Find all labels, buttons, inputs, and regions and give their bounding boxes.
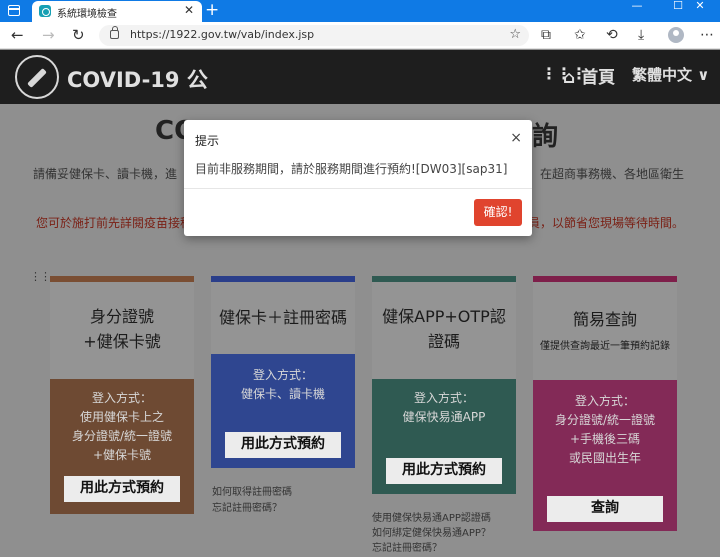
page-heading-tail: 詢 [532, 122, 559, 152]
link-forgot-password-app[interactable]: 忘記註冊密碼？ [372, 542, 442, 556]
intro-text-left: 請備妥健保卡、讀卡機，進 [33, 167, 178, 181]
download-icon[interactable]: ⤓ [638, 26, 644, 44]
login-method-label: 登入方式： [413, 391, 474, 405]
new-tab-button[interactable]: + [205, 0, 219, 20]
card-cap [211, 276, 355, 282]
drag-handle-icon[interactable]: ⋮⋮ [30, 270, 51, 283]
dialog-title: 提示 [195, 134, 220, 148]
login-method-text: 使用健保卡上之 身分證號/統一證號 +健保卡號 [71, 410, 173, 462]
lock-icon [110, 26, 119, 39]
window-menu-icon[interactable] [8, 5, 20, 16]
site-header: COVID-19 公 ⋮⋮⋮ ⌂ 首頁 繁體中文 ∨ [0, 50, 720, 104]
card-title: 身分證號 +健保卡號 [83, 307, 161, 351]
minimize-button[interactable]: — [617, 0, 657, 22]
card-cap [533, 276, 677, 282]
favorite-star-icon[interactable]: ☆ [509, 27, 521, 42]
reserve-button-healthcard-password[interactable]: 用此方式預約 [225, 432, 341, 458]
link-forgot-password[interactable]: 忘記註冊密碼？ [212, 502, 282, 516]
login-method-text: 健保卡、讀卡機 [240, 387, 325, 401]
card-quick-query: 簡易查詢 僅提供查詢最近一筆預約記錄 登入方式： 身分證號/統一證號 +手機後三… [533, 276, 677, 531]
browser-toolbar: ← → ↻ https://1922.gov.tw/vab/index.jsp … [0, 22, 720, 49]
alert-dialog: 提示 × 目前非服務期間，請於服務期間進行預約![DW03][sap31] 確認… [184, 120, 532, 236]
favicon-icon [39, 5, 51, 17]
login-method-text: 健保快易通APP [402, 410, 486, 424]
card-title: 簡易查詢 [572, 310, 637, 329]
reserve-button-app-otp[interactable]: 用此方式預約 [386, 458, 502, 484]
login-method-label: 登入方式： [91, 391, 152, 405]
address-bar[interactable]: https://1922.gov.tw/vab/index.jsp ☆ [99, 25, 529, 46]
login-method-label: 登入方式： [574, 394, 635, 408]
card-title: 健保APP+OTP認 證碼 [382, 307, 506, 351]
dialog-message: 目前非服務期間，請於服務期間進行預約![DW03][sap31] [195, 162, 508, 176]
link-get-password[interactable]: 如何取得註冊密碼 [212, 486, 292, 500]
dialog-divider [184, 188, 532, 189]
login-method-label: 登入方式： [252, 368, 313, 382]
login-method-text: 身分證號/統一證號 +手機後三碼 或民國出生年 [554, 413, 656, 465]
card-cap [50, 276, 194, 282]
extensions-icon[interactable]: ⧉ [541, 26, 551, 44]
tab-close-icon[interactable]: ✕ [184, 3, 194, 17]
window-close-button[interactable]: ✕ [680, 0, 720, 22]
back-icon[interactable]: ← [11, 26, 24, 44]
card-cap [372, 276, 516, 282]
url-text[interactable]: https://1922.gov.tw/vab/index.jsp [130, 28, 314, 41]
profile-avatar[interactable] [668, 27, 684, 43]
dialog-close-icon[interactable]: × [510, 130, 522, 146]
card-title: 健保卡＋註冊密碼 [218, 308, 347, 327]
card-subtitle: 僅提供查詢最近一筆預約記錄 [540, 341, 670, 352]
language-selector[interactable]: 繁體中文 ∨ [632, 64, 709, 85]
site-title: COVID-19 公 [67, 68, 208, 92]
link-bind-app[interactable]: 如何綁定健保快易通APP？ [372, 527, 491, 541]
favorites-icon[interactable]: ✩ [574, 26, 586, 44]
history-icon[interactable]: ⟲ [606, 26, 618, 44]
tab-title: 系統環境檢查 [57, 9, 117, 20]
more-menu-icon[interactable]: ⋯ [700, 26, 714, 44]
query-button[interactable]: 查詢 [547, 496, 663, 522]
reserve-button-id-healthcard[interactable]: 用此方式預約 [64, 476, 180, 502]
browser-tab[interactable]: 系統環境檢查 ✕ [32, 1, 202, 22]
vaccine-logo-icon[interactable] [15, 55, 59, 99]
intro-text-right: 在超商事務機、各地區衛生 [540, 167, 685, 181]
forward-icon[interactable]: → [42, 26, 55, 44]
browser-tab-bar: 系統環境檢查 ✕ + — ☐ ✕ [0, 0, 720, 22]
confirm-button[interactable]: 確認! [474, 199, 522, 226]
page-content: COVID-19 公 ⋮⋮⋮ ⌂ 首頁 繁體中文 ∨ CO 詢 請備妥健保卡、讀… [0, 50, 720, 557]
home-link[interactable]: ⌂ 首頁 [563, 63, 615, 88]
link-app-auth-code[interactable]: 使用健保快易通APP認證碼 [372, 512, 491, 526]
reload-icon[interactable]: ↻ [72, 26, 85, 44]
